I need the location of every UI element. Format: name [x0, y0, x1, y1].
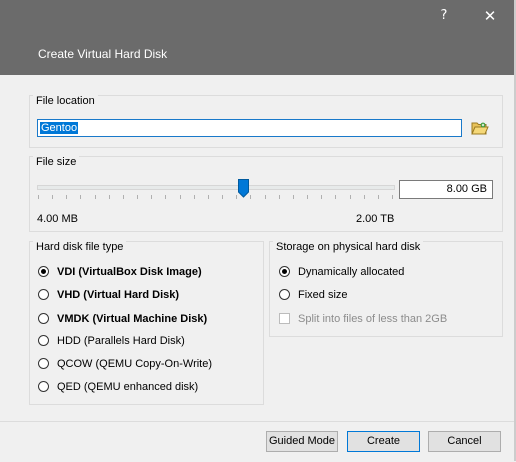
slider-tick	[378, 195, 379, 199]
storage-label: Storage on physical hard disk	[273, 241, 424, 253]
slider-tick	[180, 195, 181, 199]
storage-option-label: Fixed size	[298, 289, 348, 301]
slider-tick	[66, 195, 67, 199]
slider-tick	[364, 195, 365, 199]
radio-icon[interactable]	[38, 358, 49, 369]
file-size-input[interactable]: 8.00 GB	[399, 180, 493, 199]
slider-tick	[52, 195, 53, 199]
disk-type-label: Hard disk file type	[33, 241, 127, 253]
slider-tick	[80, 195, 81, 199]
file-size-min-label: 4.00 MB	[37, 213, 78, 225]
radio-icon[interactable]	[38, 289, 49, 300]
disk-type-option-label: VHD (Virtual Hard Disk)	[57, 289, 180, 301]
close-button[interactable]: ✕	[478, 6, 502, 26]
disk-type-option-label: HDD (Parallels Hard Disk)	[57, 335, 185, 347]
split-files-label: Split into files of less than 2GB	[298, 313, 448, 325]
radio-icon[interactable]	[38, 266, 49, 277]
disk-type-option-label: VMDK (Virtual Machine Disk)	[57, 313, 208, 325]
slider-tick	[38, 195, 39, 199]
slider-tick	[165, 195, 166, 199]
slider-tick	[350, 195, 351, 199]
slider-tick	[392, 195, 393, 199]
slider-tick	[151, 195, 152, 199]
title-bar: ? ✕ Create Virtual Hard Disk	[0, 0, 516, 75]
create-button[interactable]: Create	[347, 431, 420, 452]
cancel-button[interactable]: Cancel	[428, 431, 501, 452]
slider-tick	[95, 195, 96, 199]
split-files-checkbox	[279, 313, 290, 324]
radio-icon[interactable]	[38, 335, 49, 346]
slider-tick	[335, 195, 336, 199]
slider-tick	[236, 195, 237, 199]
radio-icon[interactable]	[38, 381, 49, 392]
file-location-value: Gentoo	[40, 122, 79, 134]
slider-tick	[109, 195, 110, 199]
slider-tick	[137, 195, 138, 199]
file-size-slider-thumb[interactable]	[238, 179, 249, 198]
slider-tick	[265, 195, 266, 199]
slider-tick	[279, 195, 280, 199]
folder-icon[interactable]	[471, 120, 489, 136]
radio-icon[interactable]	[279, 266, 290, 277]
slider-tick	[194, 195, 195, 199]
slider-tick	[208, 195, 209, 199]
slider-tick	[250, 195, 251, 199]
disk-type-option-label: VDI (VirtualBox Disk Image)	[57, 266, 202, 278]
help-button[interactable]: ?	[432, 6, 456, 26]
disk-type-option-label: QED (QEMU enhanced disk)	[57, 381, 199, 393]
file-location-label: File location	[33, 95, 98, 107]
slider-tick	[293, 195, 294, 199]
dialog-title: Create Virtual Hard Disk	[38, 47, 168, 61]
file-size-label: File size	[33, 156, 80, 168]
file-size-slider-track[interactable]	[37, 185, 395, 190]
slider-tick	[307, 195, 308, 199]
storage-option-label: Dynamically allocated	[298, 266, 405, 278]
disk-type-option-label: QCOW (QEMU Copy-On-Write)	[57, 358, 213, 370]
radio-icon[interactable]	[38, 313, 49, 324]
slider-tick	[222, 195, 223, 199]
slider-tick	[321, 195, 322, 199]
file-location-input[interactable]: Gentoo	[37, 119, 462, 137]
slider-tick	[123, 195, 124, 199]
radio-icon[interactable]	[279, 289, 290, 300]
guided-mode-button[interactable]: Guided Mode	[266, 431, 338, 452]
file-size-max-label: 2.00 TB	[356, 213, 395, 225]
